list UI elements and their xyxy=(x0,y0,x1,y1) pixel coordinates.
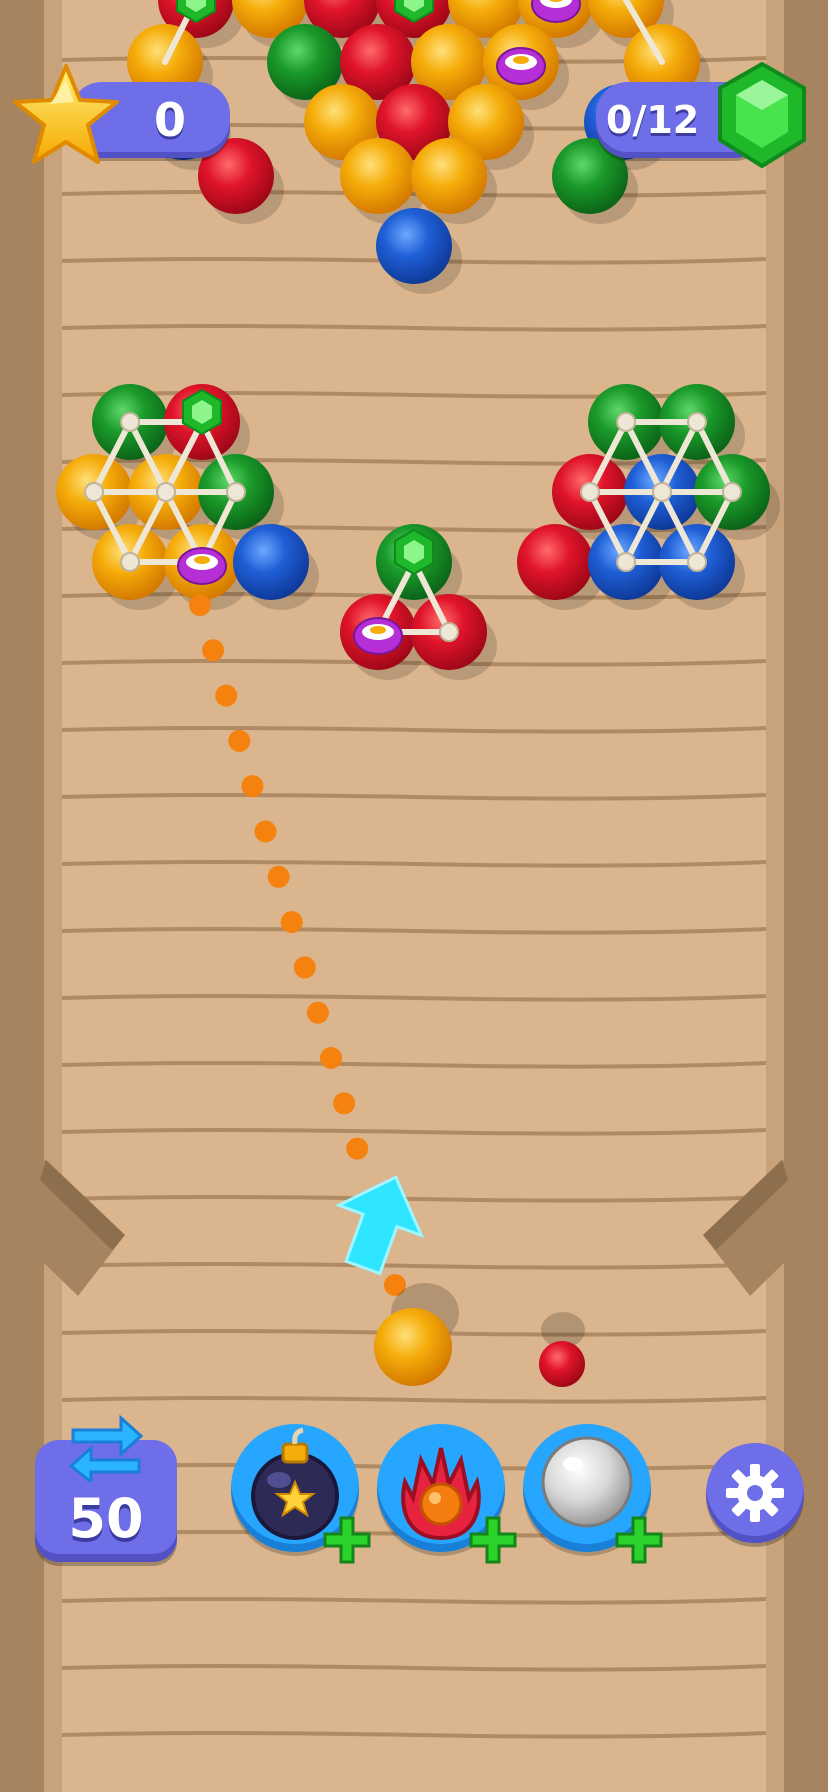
aim-dot xyxy=(293,956,316,979)
aim-dot xyxy=(254,820,277,843)
rope-knot xyxy=(226,482,246,502)
gear-icon xyxy=(726,1464,784,1522)
bomb-booster-button[interactable] xyxy=(231,1424,371,1564)
rope-knot xyxy=(84,482,104,502)
purple-bonus-icon xyxy=(353,617,403,655)
green-gem-icon xyxy=(182,388,222,436)
aim-dot xyxy=(228,729,251,752)
aim-dot xyxy=(189,594,211,616)
aim-dot xyxy=(320,1047,342,1069)
rope-knot xyxy=(120,552,140,572)
rope-knot xyxy=(616,552,636,572)
aim-dot xyxy=(333,1092,356,1115)
green-gem-icon xyxy=(394,528,434,576)
aim-dot xyxy=(202,639,225,662)
fire-booster-button[interactable] xyxy=(377,1424,517,1564)
gem-goal-value: 0/12 xyxy=(606,98,700,142)
rope-knot xyxy=(156,482,176,502)
purple-bonus-icon xyxy=(496,47,546,85)
star-icon xyxy=(13,64,119,164)
rope-knot xyxy=(652,482,672,502)
green-gem-icon xyxy=(718,61,806,169)
add-silver-plus-icon[interactable] xyxy=(613,1514,665,1566)
add-bomb-plus-icon[interactable] xyxy=(321,1514,373,1566)
aim-dot xyxy=(267,865,290,888)
rope-knot xyxy=(616,412,636,432)
rope-knot xyxy=(439,622,459,642)
score-value: 0 xyxy=(153,93,186,147)
aim-dot xyxy=(306,1001,329,1024)
aim-dot xyxy=(215,684,238,707)
add-fire-plus-icon[interactable] xyxy=(467,1514,519,1566)
rope-knot xyxy=(722,482,742,502)
settings-button[interactable] xyxy=(706,1443,804,1543)
aim-dot xyxy=(280,911,303,934)
purple-bonus-icon xyxy=(177,547,227,585)
aim-dot xyxy=(346,1137,369,1160)
rope-knot xyxy=(687,552,707,572)
moves-left-count: 50 xyxy=(68,1487,144,1550)
rope-knot xyxy=(580,482,600,502)
rope-knot xyxy=(120,412,140,432)
aim-dot xyxy=(241,775,264,798)
swap-moves-button[interactable]: 50 xyxy=(35,1414,177,1562)
swap-arrows-icon xyxy=(68,1414,144,1482)
silver-booster-button[interactable] xyxy=(523,1424,663,1564)
next-ball[interactable] xyxy=(539,1312,585,1387)
rope-knot xyxy=(687,412,707,432)
